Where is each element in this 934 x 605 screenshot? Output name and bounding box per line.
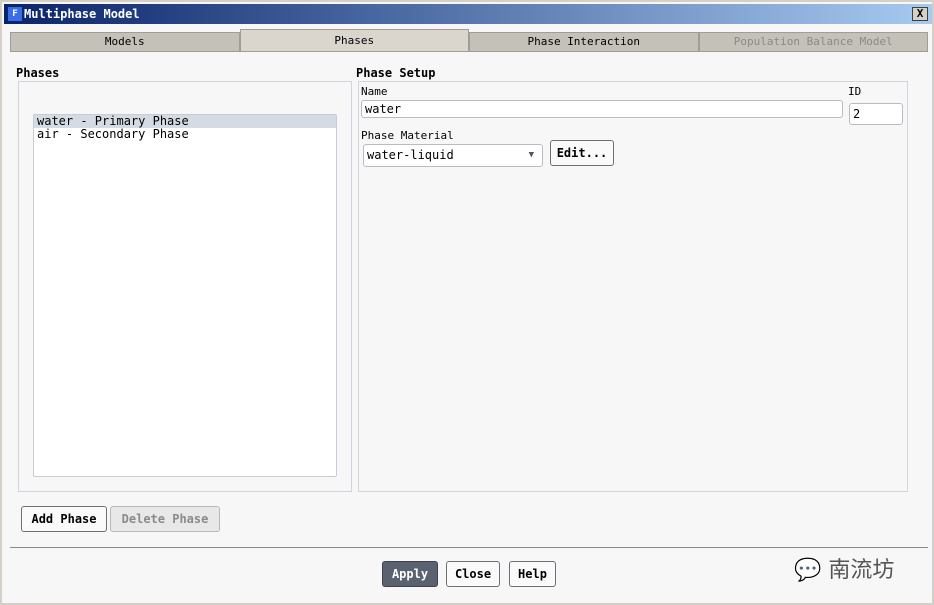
app-icon: F	[8, 7, 22, 21]
tab-bar: Models Phases Phase Interaction Populati…	[10, 29, 928, 52]
tab-phase-interaction[interactable]: Phase Interaction	[469, 32, 699, 52]
id-input[interactable]: 2	[849, 103, 903, 125]
title-bar: F Multiphase Model X	[4, 4, 932, 24]
wechat-icon: 💬	[794, 558, 822, 583]
name-label: Name	[361, 85, 388, 98]
close-button[interactable]: Close	[446, 561, 500, 587]
window-title: Multiphase Model	[24, 7, 140, 21]
delete-phase-button: Delete Phase	[110, 506, 220, 532]
id-label: ID	[848, 85, 862, 98]
help-button[interactable]: Help	[509, 561, 556, 587]
watermark-logo: 💬 南流坊	[794, 558, 895, 583]
phase-material-value: water-liquid	[367, 148, 454, 162]
phases-list[interactable]: water - Primary Phase air - Secondary Ph…	[33, 114, 337, 477]
phases-heading: Phases	[16, 66, 60, 80]
chevron-down-icon: ▼	[528, 150, 534, 160]
phase-setup-group	[358, 81, 908, 492]
multiphase-model-dialog: F Multiphase Model X Models Phases Phase…	[0, 0, 934, 605]
name-input[interactable]: water	[361, 100, 843, 118]
edit-material-button[interactable]: Edit...	[550, 140, 614, 166]
list-item[interactable]: air - Secondary Phase	[34, 128, 336, 141]
divider	[10, 547, 928, 548]
phase-material-select[interactable]: water-liquid ▼	[363, 144, 543, 167]
phase-setup-heading: Phase Setup	[356, 66, 436, 80]
phase-material-label: Phase Material	[361, 129, 454, 142]
tab-phases[interactable]: Phases	[239, 29, 469, 52]
close-icon[interactable]: X	[912, 7, 928, 21]
add-phase-button[interactable]: Add Phase	[21, 506, 107, 532]
tab-population-balance-model: Population Balance Model	[698, 32, 928, 52]
tab-models[interactable]: Models	[10, 32, 240, 52]
apply-button[interactable]: Apply	[382, 561, 438, 587]
